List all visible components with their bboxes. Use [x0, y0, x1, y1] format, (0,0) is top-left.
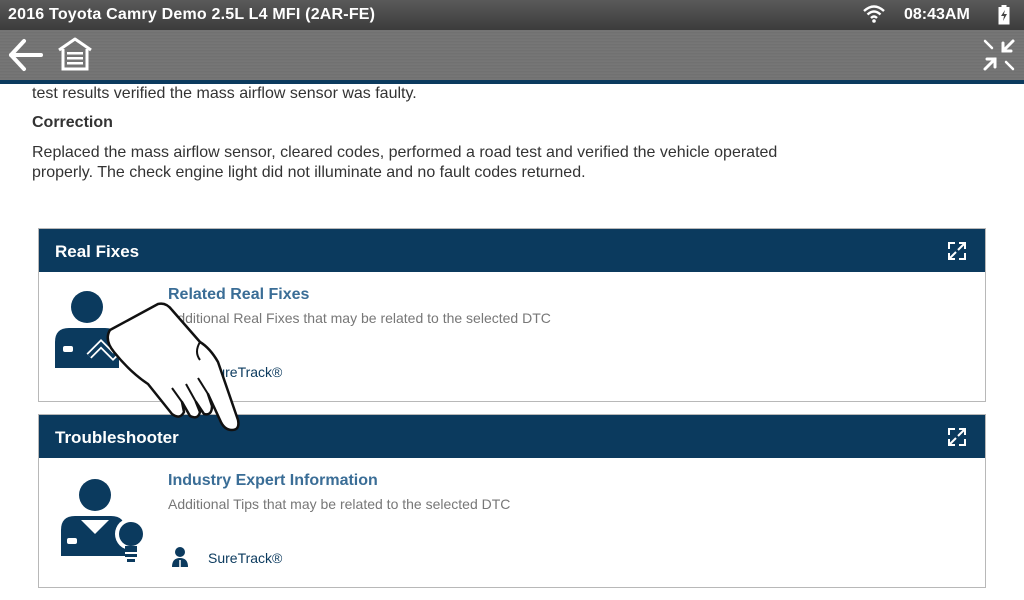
- expert-lightbulb-icon: [59, 478, 149, 571]
- expand-icon[interactable]: [947, 427, 967, 452]
- wifi-icon: [862, 4, 886, 29]
- industry-expert-information-link[interactable]: Industry Expert Information: [168, 472, 378, 490]
- cause-text-tail: test results verified the mass airflow s…: [32, 85, 417, 102]
- back-arrow-icon[interactable]: [8, 38, 44, 77]
- expand-icon[interactable]: [947, 241, 967, 266]
- battery-charging-icon: [998, 5, 1010, 30]
- correction-line-2: properly. The check engine light did not…: [32, 164, 586, 181]
- clock: 08:43AM: [904, 6, 970, 23]
- suretrack-source-label: SureTrack®: [208, 550, 283, 566]
- content-area[interactable]: test results verified the mass airflow s…: [0, 84, 1024, 600]
- suretrack-icon: [171, 546, 189, 573]
- pointing-hand-icon: [100, 302, 250, 447]
- collapse-icon[interactable]: [982, 38, 1016, 77]
- correction-heading: Correction: [32, 114, 113, 131]
- correction-line-1: Replaced the mass airflow sensor, cleare…: [32, 144, 778, 161]
- status-bar: 2016 Toyota Camry Demo 2.5L L4 MFI (2AR-…: [0, 0, 1024, 30]
- home-icon[interactable]: [56, 36, 94, 77]
- real-fixes-header-label: Real Fixes: [55, 242, 140, 261]
- real-fixes-header: Real Fixes: [39, 229, 985, 272]
- vehicle-title: 2016 Toyota Camry Demo 2.5L L4 MFI (2AR-…: [8, 6, 376, 23]
- toolbar: [0, 30, 1024, 80]
- industry-expert-information-description: Additional Tips that may be related to t…: [168, 496, 511, 512]
